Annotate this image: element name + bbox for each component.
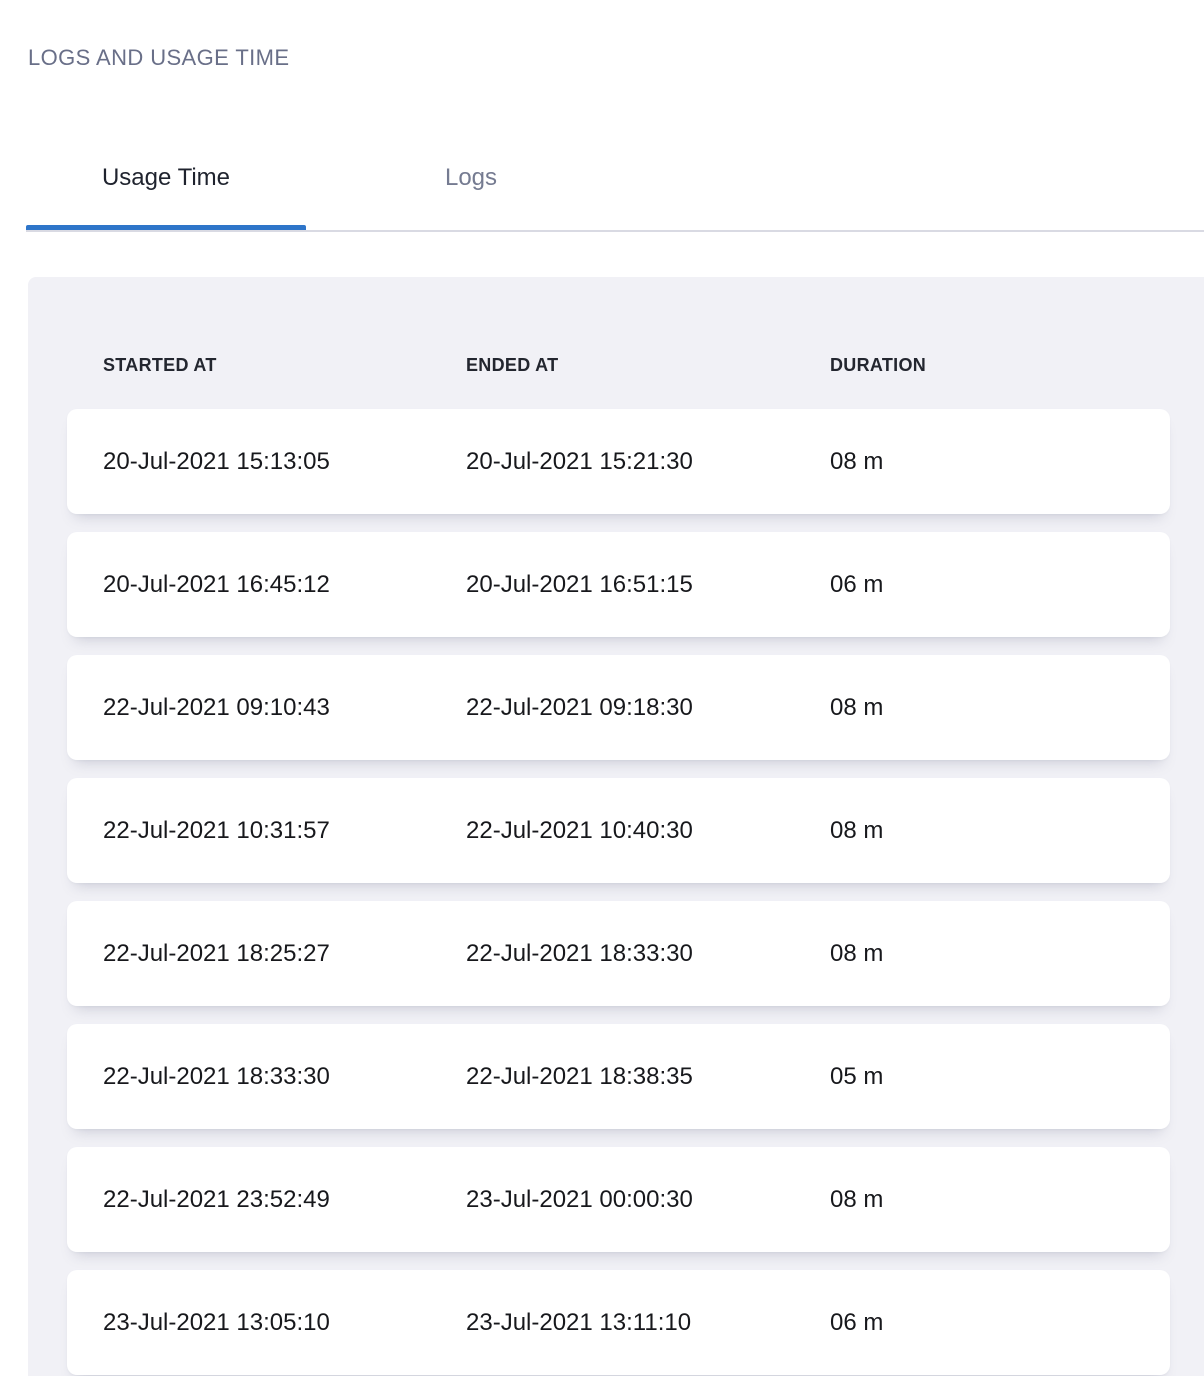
table-row: 22-Jul-2021 10:31:57 22-Jul-2021 10:40:3… bbox=[67, 778, 1170, 883]
table-row: 20-Jul-2021 15:13:05 20-Jul-2021 15:21:3… bbox=[67, 409, 1170, 514]
cell-duration: 06 m bbox=[830, 571, 1170, 599]
table-row: 23-Jul-2021 13:05:10 23-Jul-2021 13:11:1… bbox=[67, 1270, 1170, 1375]
cell-ended-at: 22-Jul-2021 09:18:30 bbox=[466, 694, 830, 722]
column-header-duration: DURATION bbox=[830, 354, 1170, 376]
cell-ended-at: 22-Jul-2021 10:40:30 bbox=[466, 817, 830, 845]
cell-started-at: 22-Jul-2021 10:31:57 bbox=[103, 817, 466, 845]
cell-duration: 08 m bbox=[830, 817, 1170, 845]
cell-ended-at: 23-Jul-2021 00:00:30 bbox=[466, 1186, 830, 1214]
cell-duration: 08 m bbox=[830, 940, 1170, 968]
cell-started-at: 20-Jul-2021 16:45:12 bbox=[103, 571, 466, 599]
cell-ended-at: 20-Jul-2021 15:21:30 bbox=[466, 448, 830, 476]
cell-ended-at: 20-Jul-2021 16:51:15 bbox=[466, 571, 830, 599]
active-tab-indicator bbox=[26, 225, 306, 230]
cell-started-at: 22-Jul-2021 18:33:30 bbox=[103, 1063, 466, 1091]
cell-ended-at: 22-Jul-2021 18:33:30 bbox=[466, 940, 830, 968]
cell-duration: 08 m bbox=[830, 448, 1170, 476]
cell-started-at: 20-Jul-2021 15:13:05 bbox=[103, 448, 466, 476]
cell-duration: 08 m bbox=[830, 694, 1170, 722]
cell-duration: 05 m bbox=[830, 1063, 1170, 1091]
usage-table-body: 20-Jul-2021 15:13:05 20-Jul-2021 15:21:3… bbox=[67, 409, 1170, 1375]
tab-usage-time[interactable]: Usage Time bbox=[26, 164, 306, 230]
cell-ended-at: 23-Jul-2021 13:11:10 bbox=[466, 1309, 830, 1337]
cell-duration: 08 m bbox=[830, 1186, 1170, 1214]
page-title: LOGS AND USAGE TIME bbox=[28, 44, 1204, 72]
table-row: 22-Jul-2021 23:52:49 23-Jul-2021 00:00:3… bbox=[67, 1147, 1170, 1252]
usage-time-panel: STARTED AT ENDED AT DURATION 20-Jul-2021… bbox=[28, 277, 1204, 1376]
table-row: 22-Jul-2021 18:33:30 22-Jul-2021 18:38:3… bbox=[67, 1024, 1170, 1129]
cell-started-at: 22-Jul-2021 18:25:27 bbox=[103, 940, 466, 968]
cell-started-at: 22-Jul-2021 09:10:43 bbox=[103, 694, 466, 722]
column-header-ended-at: ENDED AT bbox=[466, 354, 830, 376]
table-header-row: STARTED AT ENDED AT DURATION bbox=[67, 354, 1170, 376]
cell-started-at: 23-Jul-2021 13:05:10 bbox=[103, 1309, 466, 1337]
table-row: 22-Jul-2021 18:25:27 22-Jul-2021 18:33:3… bbox=[67, 901, 1170, 1006]
cell-ended-at: 22-Jul-2021 18:38:35 bbox=[466, 1063, 830, 1091]
cell-duration: 06 m bbox=[830, 1309, 1170, 1337]
table-row: 20-Jul-2021 16:45:12 20-Jul-2021 16:51:1… bbox=[67, 532, 1170, 637]
column-header-started-at: STARTED AT bbox=[103, 354, 466, 376]
table-row: 22-Jul-2021 09:10:43 22-Jul-2021 09:18:3… bbox=[67, 655, 1170, 760]
tab-logs[interactable]: Logs bbox=[306, 164, 636, 230]
tab-bar: Usage Time Logs bbox=[26, 164, 1204, 232]
cell-started-at: 22-Jul-2021 23:52:49 bbox=[103, 1186, 466, 1214]
